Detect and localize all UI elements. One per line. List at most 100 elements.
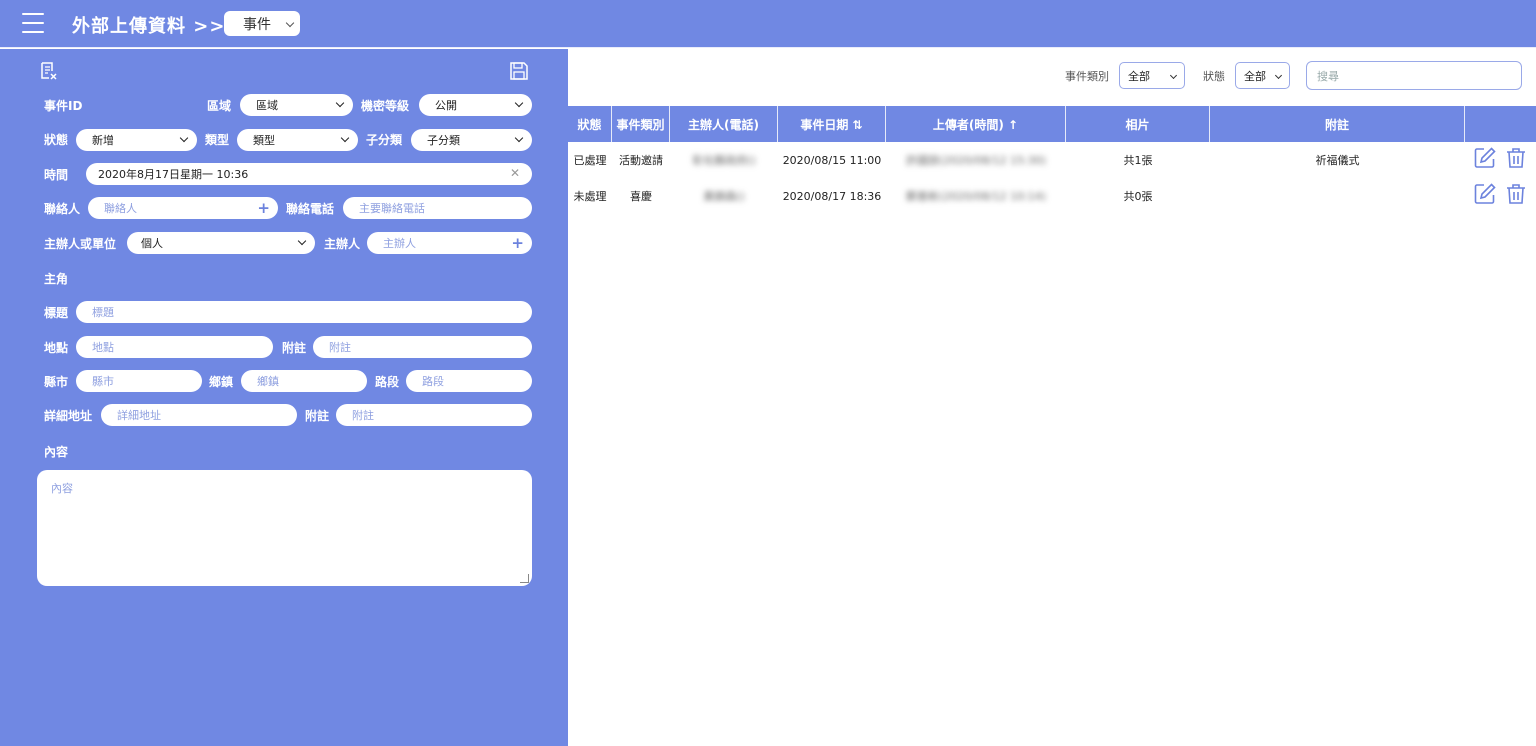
status-filter-select[interactable]: 全部 <box>1235 62 1290 89</box>
cell-status: 已處理 <box>573 154 607 167</box>
place-label: 地點 <box>44 341 69 355</box>
clear-form-icon[interactable] <box>39 61 59 81</box>
col-date[interactable]: 事件日期 ⇅ <box>778 106 886 142</box>
col-host[interactable]: 主辦人(電話) <box>670 106 778 142</box>
address-placeholder: 詳細地址 <box>117 409 161 422</box>
road-input[interactable]: 路段 <box>406 370 532 392</box>
status-select[interactable]: 新增 <box>76 129 197 151</box>
type-select[interactable]: 類型 <box>237 129 358 151</box>
title-input[interactable]: 標題 <box>76 301 532 323</box>
note2-input[interactable]: 附註 <box>336 404 532 426</box>
protagonist-label: 主角 <box>44 272 69 286</box>
delete-icon[interactable] <box>1504 182 1528 206</box>
cell-uploader: 鄭善彬(2020/08/12 10:14) <box>905 190 1047 203</box>
region-label: 區域 <box>207 99 232 113</box>
phone-input[interactable]: 主要聯絡電話 <box>343 197 532 219</box>
cell-category: 喜慶 <box>630 190 652 203</box>
cell-photos[interactable]: 共1張 <box>1066 142 1210 178</box>
town-input[interactable]: 鄉鎮 <box>241 370 367 392</box>
add-contact-icon[interactable]: + <box>257 200 270 216</box>
title-label: 標題 <box>44 306 69 320</box>
add-host-icon[interactable]: + <box>511 235 524 251</box>
col-actions <box>1465 106 1536 142</box>
time-input[interactable]: 2020年8月17日星期一 10:36 ✕ <box>86 163 532 185</box>
category-filter-label: 事件類別 <box>1065 70 1109 83</box>
contact-input[interactable]: 聯絡人 + <box>88 197 278 219</box>
chevron-down-icon <box>1169 71 1178 80</box>
module-select[interactable]: 事件 <box>224 11 300 36</box>
secrecy-select-value: 公開 <box>435 99 457 112</box>
search-placeholder: 搜尋 <box>1317 69 1339 83</box>
note2-label: 附註 <box>305 409 330 423</box>
road-placeholder: 路段 <box>422 375 444 388</box>
cell-photos[interactable]: 共0張 <box>1066 178 1210 214</box>
road-label: 路段 <box>375 375 400 389</box>
city-input[interactable]: 縣市 <box>76 370 202 392</box>
chevron-down-icon <box>514 98 524 108</box>
category-filter-select[interactable]: 全部 <box>1119 62 1185 89</box>
region-select-value: 區域 <box>256 99 278 112</box>
table-header: 狀態 事件類別 主辦人(電話) 事件日期 ⇅ 上傳者(時間) ↑ 相片 附註 <box>568 106 1536 142</box>
secrecy-select[interactable]: 公開 <box>419 94 532 116</box>
col-status[interactable]: 狀態 <box>568 106 612 142</box>
event-form-panel <box>0 49 568 746</box>
status-label: 狀態 <box>44 133 69 147</box>
address-label: 詳細地址 <box>44 409 93 423</box>
category-filter-value: 全部 <box>1128 69 1150 83</box>
place-input[interactable]: 地點 <box>76 336 273 358</box>
edit-icon[interactable] <box>1473 146 1497 170</box>
table-row[interactable]: 已處理 活動邀請 彰化縣政府() 2020/08/15 11:00 許國諒(20… <box>568 142 1536 178</box>
search-input[interactable]: 搜尋 <box>1306 61 1522 90</box>
event-id-label: 事件ID <box>44 99 83 113</box>
menu-icon[interactable] <box>22 13 44 33</box>
cell-host: 黃錦森() <box>703 190 745 203</box>
note1-label: 附註 <box>282 341 307 355</box>
city-placeholder: 縣市 <box>92 375 114 388</box>
content-placeholder: 內容 <box>51 482 73 495</box>
cell-date: 2020/08/15 11:00 <box>782 153 882 167</box>
delete-icon[interactable] <box>1504 146 1528 170</box>
chevron-down-icon <box>285 18 295 28</box>
note1-input[interactable]: 附註 <box>313 336 532 358</box>
subcat-select-value: 子分類 <box>427 134 460 147</box>
note2-placeholder: 附註 <box>352 409 374 422</box>
subcat-select[interactable]: 子分類 <box>411 129 532 151</box>
col-category[interactable]: 事件類別 <box>612 106 670 142</box>
city-label: 縣市 <box>44 375 69 389</box>
cell-host: 彰化縣政府() <box>692 154 756 167</box>
col-uploader[interactable]: 上傳者(時間) ↑ <box>886 106 1066 142</box>
col-photos[interactable]: 相片 <box>1066 106 1210 142</box>
cell-note <box>1210 178 1465 214</box>
status-select-value: 新增 <box>92 134 114 147</box>
title-placeholder: 標題 <box>92 306 114 319</box>
note1-placeholder: 附註 <box>329 341 351 354</box>
content-textarea[interactable]: 內容 <box>37 470 532 586</box>
save-icon[interactable] <box>509 61 529 81</box>
top-bar: 外部上傳資料 >> 事件 <box>0 0 1536 48</box>
col-note[interactable]: 附註 <box>1210 106 1465 142</box>
region-select[interactable]: 區域 <box>240 94 353 116</box>
type-label: 類型 <box>205 133 230 147</box>
town-placeholder: 鄉鎮 <box>257 375 279 388</box>
host-type-select[interactable]: 個人 <box>127 232 315 254</box>
resize-handle[interactable] <box>520 574 529 583</box>
clear-icon[interactable]: ✕ <box>510 166 520 180</box>
edit-icon[interactable] <box>1473 182 1497 206</box>
town-label: 鄉鎮 <box>209 375 234 389</box>
chevron-down-icon <box>340 133 350 143</box>
host-type-label: 主辦人或單位 <box>44 237 117 251</box>
content-label: 內容 <box>44 445 69 459</box>
place-placeholder: 地點 <box>92 341 114 354</box>
chevron-down-icon <box>297 236 307 246</box>
cell-note: 祈福儀式 <box>1315 154 1360 167</box>
chevron-down-icon <box>335 98 345 108</box>
phone-placeholder: 主要聯絡電話 <box>359 202 425 215</box>
address-input[interactable]: 詳細地址 <box>101 404 297 426</box>
host-input[interactable]: 主辦人 + <box>367 232 532 254</box>
table-row[interactable]: 未處理 喜慶 黃錦森() 2020/08/17 18:36 鄭善彬(2020/0… <box>568 178 1536 214</box>
contact-placeholder: 聯絡人 <box>104 202 137 215</box>
cell-date: 2020/08/17 18:36 <box>782 189 882 203</box>
host-type-select-value: 個人 <box>141 237 163 250</box>
status-filter-value: 全部 <box>1244 69 1266 83</box>
module-select-value: 事件 <box>243 16 271 33</box>
